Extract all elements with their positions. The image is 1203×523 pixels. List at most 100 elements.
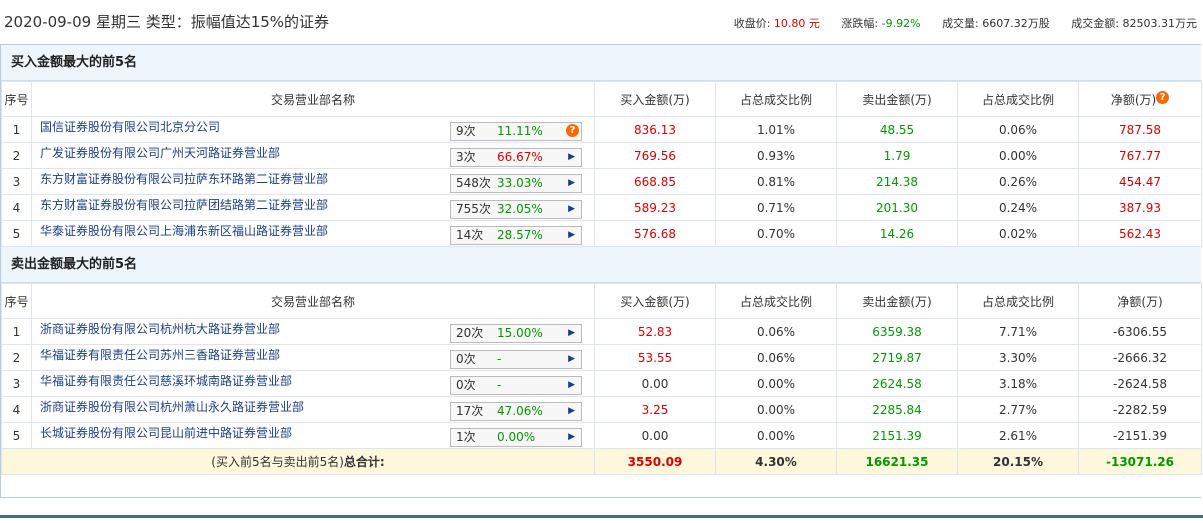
broker-name-link[interactable]: 华泰证券股份有限公司上海浦东新区福山路证券营业部	[40, 222, 450, 239]
broker-stats-button[interactable]: 3次 66.67% ▶	[450, 148, 582, 167]
buy-amount: 589.23	[594, 194, 716, 221]
broker-stats-button[interactable]: 1次 0.00% ▶	[450, 428, 582, 447]
sell-ratio: 0.02%	[957, 220, 1079, 247]
row-index: 2	[1, 344, 32, 371]
col-header: 卖出金额(万)	[836, 81, 958, 117]
buy-amount: 53.55	[594, 344, 716, 371]
appear-count: 0次	[456, 378, 476, 392]
row-index: 4	[1, 194, 32, 221]
broker-stats-button[interactable]: 0次 - ▶	[450, 350, 582, 369]
play-arrow-icon[interactable]: ▶	[568, 325, 575, 342]
broker-stats-button[interactable]: 14次 28.57% ▶	[450, 226, 582, 245]
col-header: 序号	[1, 81, 32, 117]
sell-ratio: 3.18%	[957, 370, 1079, 397]
broker-stats-button[interactable]: 20次 15.00% ▶	[450, 324, 582, 343]
broker-name-link[interactable]: 东方财富证券股份有限公司拉萨团结路第二证券营业部	[40, 196, 450, 213]
col-header: 买入金额(万)	[594, 81, 716, 117]
buy-amount: 668.85	[594, 168, 716, 195]
help-icon[interactable]: ?	[1156, 90, 1170, 104]
sell-ratio: 0.06%	[957, 116, 1079, 143]
net-amount: 787.58	[1078, 116, 1202, 143]
buy-ratio: 0.93%	[715, 142, 837, 169]
buy-amount: 0.00	[594, 370, 716, 397]
sell-amount: 6359.38	[836, 318, 958, 345]
total-net: -13071.26	[1078, 448, 1202, 475]
play-arrow-icon[interactable]: ▶	[568, 377, 575, 394]
page-title: 2020-09-09 星期三 类型：振幅值达15%的证券	[4, 13, 330, 31]
col-header: 买入金额(万)	[594, 283, 716, 319]
col-header: 交易营业部名称	[31, 283, 595, 319]
win-rate: 33.03%	[497, 176, 543, 190]
appear-count: 3次	[456, 150, 476, 164]
sell-amount: 2719.87	[836, 344, 958, 371]
total-row: (买入前5名与卖出前5名)总合计: 3550.09 4.30% 16621.35…	[1, 448, 1202, 475]
broker-stats-button[interactable]: 9次 11.11%?	[450, 122, 582, 141]
col-header: 占总成交比例	[957, 283, 1079, 319]
net-amount: -6306.55	[1078, 318, 1202, 345]
sell-table: 序号 交易营业部名称 买入金额(万) 占总成交比例 卖出金额(万) 占总成交比例…	[1, 283, 1202, 475]
broker-cell: 华福证券有限责任公司慈溪环城南路证券营业部 0次 - ▶	[31, 370, 595, 397]
buy-ratio: 0.71%	[715, 194, 837, 221]
play-arrow-icon[interactable]: ▶	[568, 351, 575, 368]
appear-count: 9次	[456, 124, 476, 138]
play-arrow-icon[interactable]: ▶	[568, 429, 575, 446]
sell-amount: 214.38	[836, 168, 958, 195]
broker-name-link[interactable]: 华福证券有限责任公司苏州三香路证券营业部	[40, 346, 450, 363]
play-arrow-icon[interactable]: ▶	[568, 403, 575, 420]
sell-ratio: 2.61%	[957, 422, 1079, 449]
sell-ratio: 3.30%	[957, 344, 1079, 371]
broker-name-link[interactable]: 长城证券股份有限公司昆山前进中路证券营业部	[40, 424, 450, 441]
table-row: 2 华福证券有限责任公司苏州三香路证券营业部 0次 - ▶ 53.55 0.06% 2719.…	[1, 344, 1202, 371]
broker-stats-button[interactable]: 548次 33.03% ▶	[450, 174, 582, 193]
appear-count: 755次	[456, 202, 491, 216]
buy-ratio: 0.00%	[715, 396, 837, 423]
win-rate: 28.57%	[497, 228, 543, 242]
win-rate: -	[497, 378, 502, 392]
broker-name-link[interactable]: 国信证券股份有限公司北京分公司	[40, 118, 450, 135]
sell-ratio: 0.00%	[957, 142, 1079, 169]
sell-amount: 1.79	[836, 142, 958, 169]
broker-stats-button[interactable]: 0次 - ▶	[450, 376, 582, 395]
buy-ratio: 0.00%	[715, 422, 837, 449]
broker-name-link[interactable]: 浙商证券股份有限公司杭州萧山永久路证券营业部	[40, 398, 450, 415]
col-header-net: 净额(万)?	[1078, 81, 1202, 117]
turnover: 成交金额: 82503.31万元	[1071, 17, 1197, 30]
total-sell: 16621.35	[836, 448, 958, 475]
broker-cell: 东方财富证券股份有限公司拉萨东环路第二证券营业部 548次 33.03% ▶	[31, 168, 595, 195]
table-row: 5 华泰证券股份有限公司上海浦东新区福山路证券营业部 14次 28.57% ▶ 576.6…	[1, 220, 1202, 247]
volume: 成交量: 6607.32万股	[942, 17, 1050, 30]
sell-amount: 201.30	[836, 194, 958, 221]
buy-amount: 836.13	[594, 116, 716, 143]
broker-stats-button[interactable]: 17次 47.06% ▶	[450, 402, 582, 421]
col-header: 卖出金额(万)	[836, 283, 958, 319]
broker-name-link[interactable]: 浙商证券股份有限公司杭州杭大路证券营业部	[40, 320, 450, 337]
play-arrow-icon[interactable]: ▶	[568, 227, 575, 244]
total-buy-ratio: 4.30%	[715, 448, 837, 475]
broker-cell: 国信证券股份有限公司北京分公司 9次 11.11%?	[31, 116, 595, 143]
win-rate: 32.05%	[497, 202, 543, 216]
stock-stats: 收盘价: 10.80 元 涨跌幅: -9.92% 成交量: 6607.32万股 …	[716, 15, 1197, 31]
play-arrow-icon[interactable]: ▶	[568, 201, 575, 218]
buy-ratio: 0.06%	[715, 318, 837, 345]
row-index: 3	[1, 168, 32, 195]
total-buy: 3550.09	[594, 448, 716, 475]
broker-name-link[interactable]: 华福证券有限责任公司慈溪环城南路证券营业部	[40, 372, 450, 389]
table-row: 4 浙商证券股份有限公司杭州萧山永久路证券营业部 17次 47.06% ▶ 3.25 0.0…	[1, 396, 1202, 423]
broker-stats-button[interactable]: 755次 32.05% ▶	[450, 200, 582, 219]
help-icon[interactable]: ?	[566, 124, 579, 137]
play-arrow-icon[interactable]: ▶	[568, 175, 575, 192]
table-row: 5 长城证券股份有限公司昆山前进中路证券营业部 1次 0.00% ▶ 0.00 0.00% 2…	[1, 422, 1202, 449]
broker-name-link[interactable]: 广发证券股份有限公司广州天河路证券营业部	[40, 144, 450, 161]
broker-cell: 东方财富证券股份有限公司拉萨团结路第二证券营业部 755次 32.05% ▶	[31, 194, 595, 221]
col-header: 交易营业部名称	[31, 81, 595, 117]
row-index: 4	[1, 396, 32, 423]
sell-ratio: 0.24%	[957, 194, 1079, 221]
sell-amount: 2285.84	[836, 396, 958, 423]
net-amount: 454.47	[1078, 168, 1202, 195]
play-arrow-icon[interactable]: ▶	[568, 149, 575, 166]
broker-cell: 浙商证券股份有限公司杭州杭大路证券营业部 20次 15.00% ▶	[31, 318, 595, 345]
buy-amount: 769.56	[594, 142, 716, 169]
bottom-divider	[0, 515, 1203, 518]
broker-cell: 长城证券股份有限公司昆山前进中路证券营业部 1次 0.00% ▶	[31, 422, 595, 449]
broker-name-link[interactable]: 东方财富证券股份有限公司拉萨东环路第二证券营业部	[40, 170, 450, 187]
